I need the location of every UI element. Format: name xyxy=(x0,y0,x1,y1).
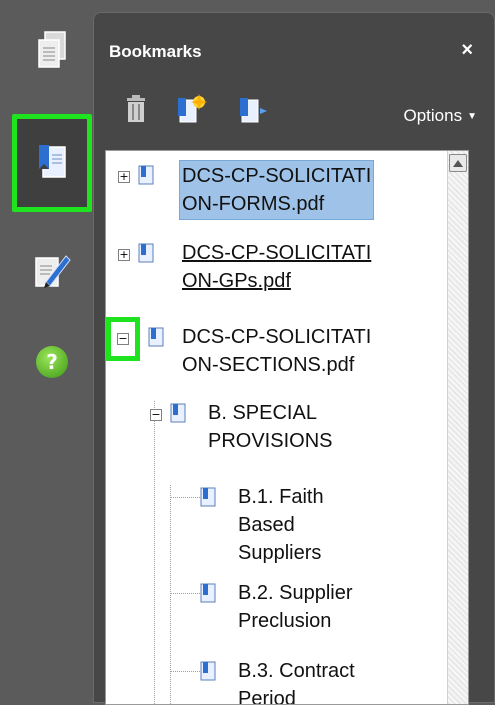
bookmark-icon xyxy=(170,403,186,423)
pages-icon xyxy=(38,31,66,68)
bookmark-title-line: Suppliers xyxy=(238,542,322,564)
signatures-button[interactable] xyxy=(20,238,84,302)
bookmark-title-line: Preclusion xyxy=(238,610,332,632)
bookmark-title: DCS-CP-SOLICITATI ON-FORMS.pdf xyxy=(180,161,374,219)
bookmarks-panel: Bookmarks × Options ▼ + DCS-CP-SOLICITAT… xyxy=(93,12,495,705)
bookmark-title-line: DCS-CP-SOLICITATI xyxy=(182,326,372,348)
help-button[interactable]: ? xyxy=(20,330,84,394)
bookmarks-panel-button[interactable] xyxy=(12,114,92,212)
delete-bookmark-button[interactable] xyxy=(119,92,153,126)
tree-item[interactable]: + DCS-CP-SOLICITATI ON-FORMS.pdf xyxy=(106,161,446,225)
bookmark-title-line: Period xyxy=(238,688,296,705)
expand-bookmark-icon xyxy=(240,98,267,123)
expand-toggle[interactable]: + xyxy=(118,249,130,261)
left-navigation-rail: ? xyxy=(0,0,100,703)
help-icon: ? xyxy=(36,346,68,378)
bookmarks-icon xyxy=(39,145,66,178)
tree-item[interactable]: + DCS-CP-SOLICITATI ON-GPs.pdf xyxy=(106,239,446,303)
expand-bookmark-button[interactable] xyxy=(237,92,271,126)
tree-item[interactable]: − DCS-CP-SOLICITATI ON-SECTIONS.pdf xyxy=(106,317,446,381)
bookmark-title: B.2. Supplier Preclusion xyxy=(238,579,353,635)
collapse-toggle[interactable]: − xyxy=(117,333,129,345)
bookmark-icon xyxy=(200,661,216,681)
bookmark-title-line: B.2. Supplier xyxy=(238,582,353,604)
chevron-up-icon xyxy=(453,159,463,167)
close-panel-button[interactable]: × xyxy=(461,39,473,62)
vertical-scrollbar[interactable] xyxy=(447,151,468,704)
bookmark-title-line: B.3. Contract xyxy=(238,660,355,682)
bookmark-icon xyxy=(148,327,164,347)
bookmark-title-line: DCS-CP-SOLICITATI xyxy=(182,165,372,187)
bookmark-title-line: ON-SECTIONS.pdf xyxy=(182,354,355,376)
new-bookmark-button[interactable] xyxy=(175,92,209,126)
bookmark-title-line: ON-GPs.pdf xyxy=(182,270,291,292)
tree-item[interactable]: B.3. Contract Period xyxy=(106,657,446,705)
tree-item[interactable]: B.2. Supplier Preclusion xyxy=(106,579,446,643)
tree-item[interactable]: B.1. Faith Based Suppliers xyxy=(106,483,446,573)
bookmark-title-line: PROVISIONS xyxy=(208,430,333,452)
options-menu[interactable]: Options ▼ xyxy=(404,106,478,126)
bookmark-title: B. SPECIAL PROVISIONS xyxy=(208,399,332,455)
panel-title: Bookmarks xyxy=(109,42,202,61)
bookmark-title-line: ON-FORMS.pdf xyxy=(182,193,325,215)
collapse-toggle[interactable]: − xyxy=(150,409,162,421)
bookmark-icon xyxy=(138,165,154,185)
expand-toggle[interactable]: + xyxy=(118,171,130,183)
bookmark-icon xyxy=(138,243,154,263)
chevron-down-icon: ▼ xyxy=(467,111,477,122)
bookmark-title: B.1. Faith Based Suppliers xyxy=(238,483,324,567)
bookmark-title: DCS-CP-SOLICITATI ON-GPs.pdf xyxy=(182,239,371,295)
trash-icon xyxy=(127,95,145,122)
scroll-up-button[interactable] xyxy=(449,154,467,172)
bookmark-title: B.3. Contract Period xyxy=(238,657,355,705)
signature-icon xyxy=(35,255,71,288)
help-icon-glyph: ? xyxy=(46,350,58,374)
bookmark-title-line: Based xyxy=(238,514,295,536)
options-label: Options xyxy=(403,106,463,125)
new-bookmark-icon xyxy=(178,94,207,123)
pages-button[interactable] xyxy=(20,18,84,82)
bookmark-tree: + DCS-CP-SOLICITATI ON-FORMS.pdf + DCS-C… xyxy=(105,150,469,705)
bookmark-title-line: DCS-CP-SOLICITATI xyxy=(182,242,372,264)
bookmark-title: DCS-CP-SOLICITATI ON-SECTIONS.pdf xyxy=(182,323,371,379)
bookmark-icon xyxy=(200,487,216,507)
bookmark-title-line: B.1. Faith xyxy=(238,486,324,508)
bookmark-title-line: B. SPECIAL xyxy=(208,402,317,424)
bookmark-icon xyxy=(200,583,216,603)
tree-item[interactable]: − B. SPECIAL PROVISIONS xyxy=(106,399,446,463)
